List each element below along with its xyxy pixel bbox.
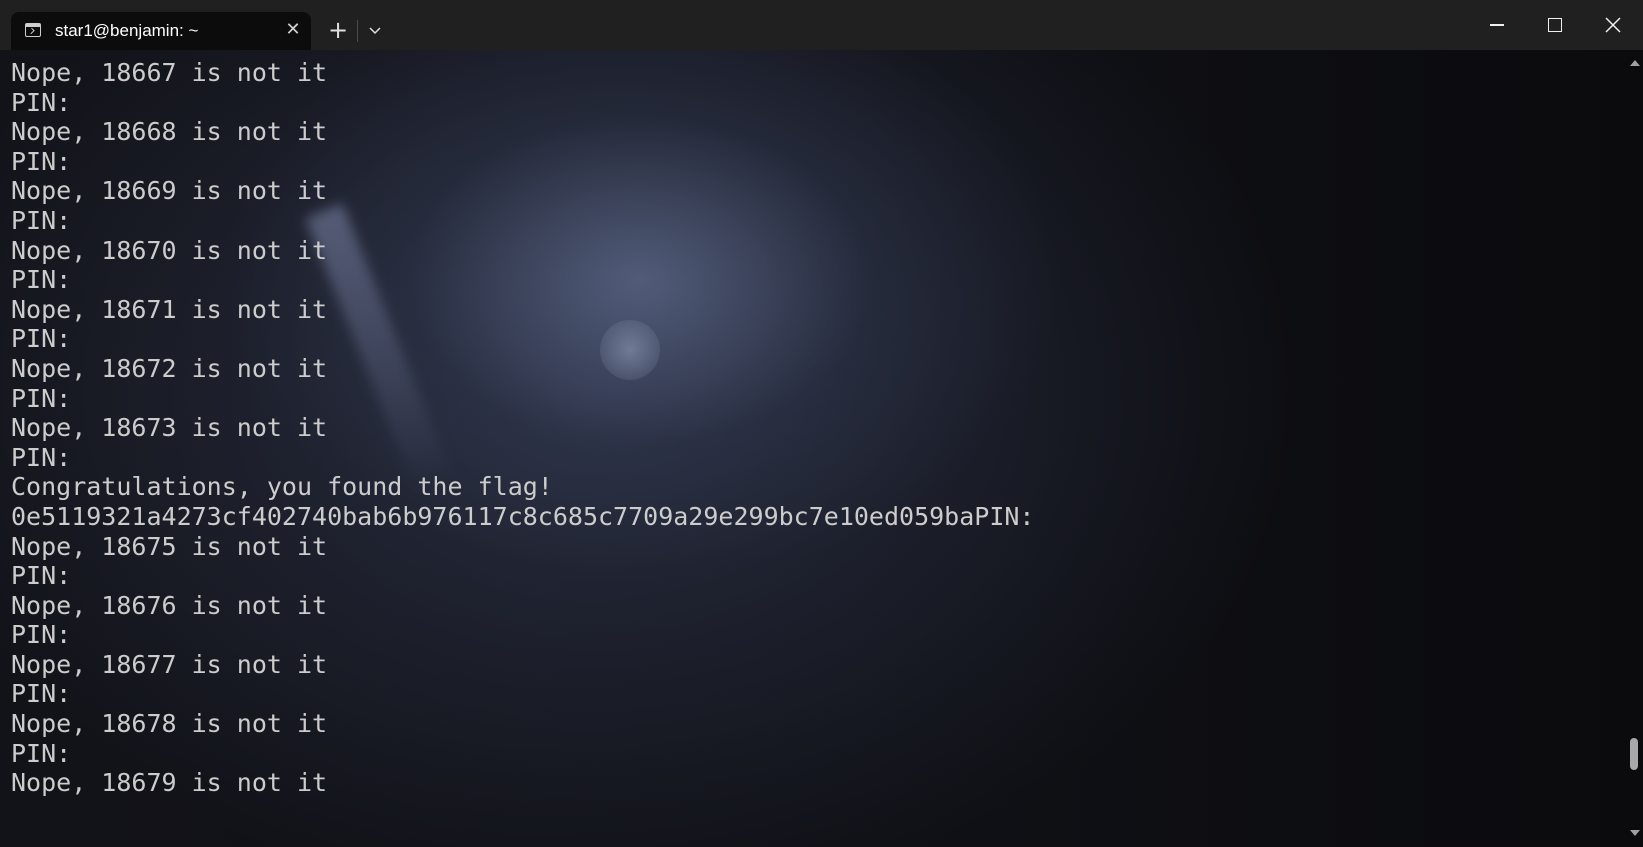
title-bar[interactable]: star1@benjamin: ~ ✕ + xyxy=(0,0,1643,50)
terminal-line: PIN: xyxy=(11,324,72,354)
terminal-line: Nope, 18670 is not it xyxy=(11,235,328,265)
terminal-line: PIN: xyxy=(11,738,72,768)
minimize-icon xyxy=(1490,24,1504,26)
terminal-line: Nope, 18669 is not it xyxy=(11,176,328,206)
terminal-line: Nope, 18673 is not it xyxy=(11,413,328,443)
tab-dropdown-button[interactable] xyxy=(362,18,388,44)
terminal-line: PIN: xyxy=(11,205,72,235)
tab-title: star1@benjamin: ~ xyxy=(55,21,199,40)
terminal-line: PIN: xyxy=(11,561,72,591)
terminal-line: PIN: xyxy=(11,679,72,709)
terminal-line: PIN: xyxy=(11,442,72,472)
tab-close-button[interactable]: ✕ xyxy=(281,18,305,42)
terminal-line: Nope, 18672 is not it xyxy=(11,353,328,383)
scrollbar-thumb[interactable] xyxy=(1630,738,1638,770)
terminal-line: Nope, 18671 is not it xyxy=(11,294,328,324)
terminal-line: Nope, 18676 is not it xyxy=(11,590,328,620)
terminal-line: Nope, 18667 is not it xyxy=(11,58,328,87)
maximize-button[interactable] xyxy=(1526,0,1584,50)
terminal-line: PIN: xyxy=(11,146,72,176)
terminal-line: PIN: xyxy=(11,383,72,413)
terminal-icon xyxy=(25,23,41,37)
terminal-window: star1@benjamin: ~ ✕ + Nope, 18667 is not… xyxy=(0,0,1643,847)
new-tab-button[interactable]: + xyxy=(325,16,351,44)
terminal-line: Nope, 18677 is not it xyxy=(11,649,328,679)
terminal-line: Nope, 18679 is not it xyxy=(11,768,328,798)
terminal-line: Nope, 18675 is not it xyxy=(11,531,328,561)
terminal-line: Congratulations, you found the flag! xyxy=(11,472,553,502)
scroll-down-arrow-icon[interactable] xyxy=(1630,830,1640,836)
terminal-output[interactable]: Nope, 18667 is not it PIN: Nope, 18668 is … xyxy=(0,50,1643,847)
maximize-icon xyxy=(1548,18,1562,32)
close-icon xyxy=(1605,17,1621,33)
terminal-line: PIN: xyxy=(11,265,72,295)
terminal-line: 0e5119321a4273cf402740bab6b976117c8c685c… xyxy=(11,501,1035,531)
chevron-down-icon xyxy=(369,27,381,35)
terminal-line: Nope, 18668 is not it xyxy=(11,117,328,147)
scroll-up-arrow-icon[interactable] xyxy=(1630,60,1640,66)
tab-separator xyxy=(357,20,358,42)
terminal-line: PIN: xyxy=(11,620,72,650)
minimize-button[interactable] xyxy=(1468,0,1526,50)
terminal-line: PIN: xyxy=(11,87,72,117)
terminal-line: Nope, 18678 is not it xyxy=(11,709,328,739)
close-window-button[interactable] xyxy=(1584,0,1642,50)
terminal-tab[interactable]: star1@benjamin: ~ ✕ xyxy=(11,12,311,50)
vertical-scrollbar[interactable] xyxy=(1626,50,1643,847)
terminal-lines: Nope, 18667 is not it PIN: Nope, 18668 is … xyxy=(11,58,1035,798)
